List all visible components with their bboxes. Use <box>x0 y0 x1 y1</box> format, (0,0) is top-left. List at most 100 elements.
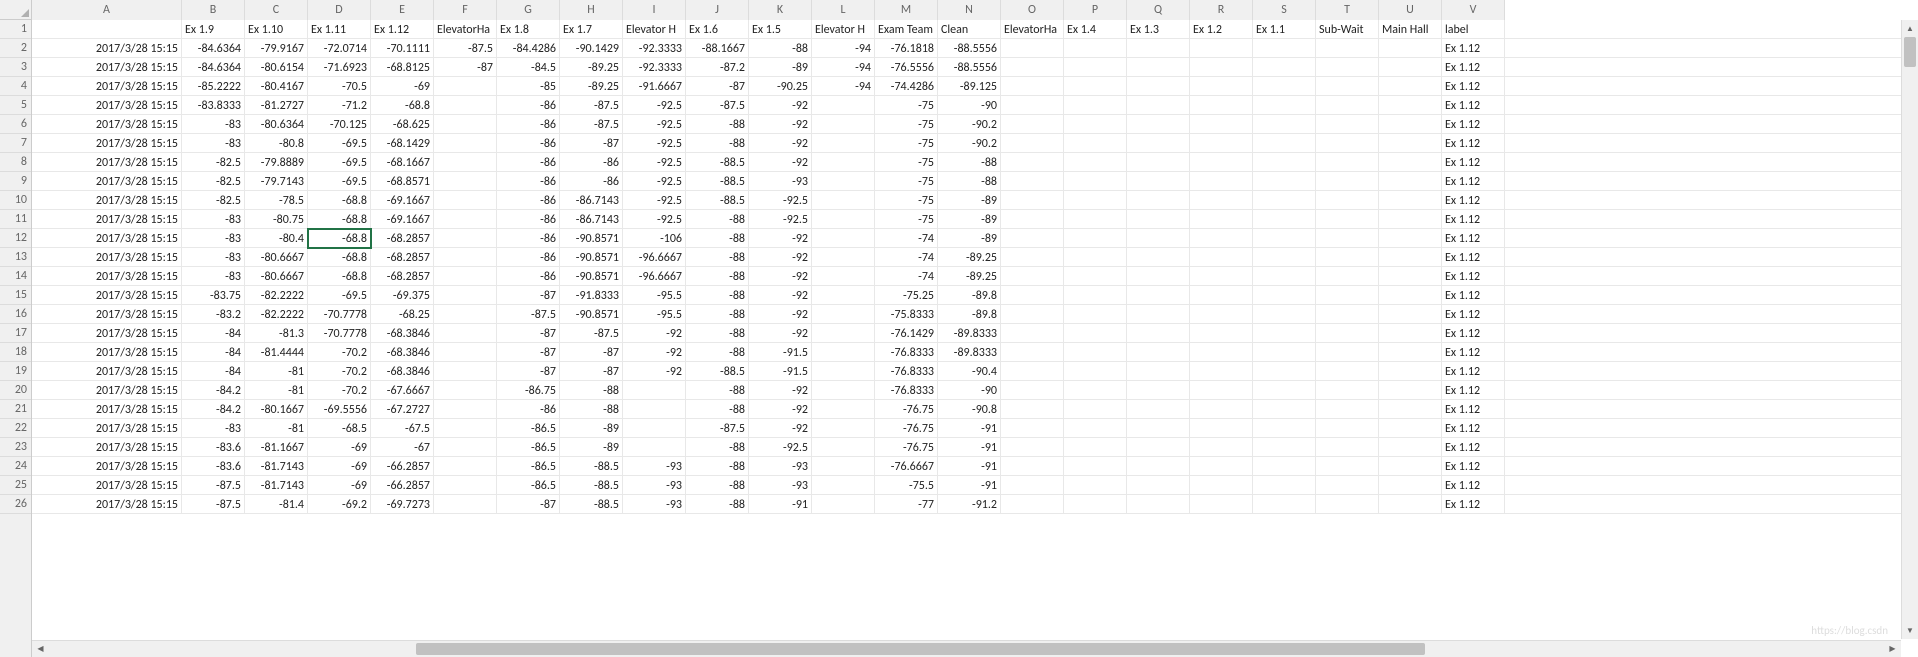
row-header-9[interactable]: 9 <box>0 172 31 191</box>
cell-J22[interactable]: -87.5 <box>686 419 749 438</box>
col-header-Q[interactable]: Q <box>1127 0 1190 20</box>
cell-R25[interactable] <box>1190 476 1253 495</box>
cell-M3[interactable]: -76.5556 <box>875 58 938 77</box>
cell-H6[interactable]: -87.5 <box>560 115 623 134</box>
cell-P2[interactable] <box>1064 39 1127 58</box>
cell-E1[interactable]: Ex 1.12 <box>371 20 434 39</box>
cell-D25[interactable]: -69 <box>308 476 371 495</box>
cell-Q9[interactable] <box>1127 172 1190 191</box>
cell-D7[interactable]: -69.5 <box>308 134 371 153</box>
cell-V21[interactable]: Ex 1.12 <box>1442 400 1505 419</box>
cell-C14[interactable]: -80.6667 <box>245 267 308 286</box>
cell-T1[interactable]: Sub-Wait <box>1316 20 1379 39</box>
cell-S12[interactable] <box>1253 229 1316 248</box>
row-header-1[interactable]: 1 <box>0 20 31 39</box>
cell-G2[interactable]: -84.4286 <box>497 39 560 58</box>
cell-O26[interactable] <box>1001 495 1064 514</box>
cell-H5[interactable]: -87.5 <box>560 96 623 115</box>
cell-F21[interactable] <box>434 400 497 419</box>
cell-C7[interactable]: -80.8 <box>245 134 308 153</box>
cell-J25[interactable]: -88 <box>686 476 749 495</box>
cell-L21[interactable] <box>812 400 875 419</box>
cell-L7[interactable] <box>812 134 875 153</box>
cell-H7[interactable]: -87 <box>560 134 623 153</box>
cell-C19[interactable]: -81 <box>245 362 308 381</box>
cell-K11[interactable]: -92.5 <box>749 210 812 229</box>
cell-A5[interactable]: 2017/3/28 15:15 <box>32 96 182 115</box>
row-header-6[interactable]: 6 <box>0 115 31 134</box>
cell-M20[interactable]: -76.8333 <box>875 381 938 400</box>
cell-I20[interactable] <box>623 381 686 400</box>
cell-B23[interactable]: -83.6 <box>182 438 245 457</box>
cell-O4[interactable] <box>1001 77 1064 96</box>
cell-E8[interactable]: -68.1667 <box>371 153 434 172</box>
cell-A2[interactable]: 2017/3/28 15:15 <box>32 39 182 58</box>
cell-I4[interactable]: -91.6667 <box>623 77 686 96</box>
cell-A9[interactable]: 2017/3/28 15:15 <box>32 172 182 191</box>
cell-E11[interactable]: -69.1667 <box>371 210 434 229</box>
cell-L9[interactable] <box>812 172 875 191</box>
cell-D8[interactable]: -69.5 <box>308 153 371 172</box>
cell-Q2[interactable] <box>1127 39 1190 58</box>
cell-M23[interactable]: -76.75 <box>875 438 938 457</box>
cell-E3[interactable]: -68.8125 <box>371 58 434 77</box>
cell-C16[interactable]: -82.2222 <box>245 305 308 324</box>
cell-F24[interactable] <box>434 457 497 476</box>
cell-E25[interactable]: -66.2857 <box>371 476 434 495</box>
cell-C17[interactable]: -81.3 <box>245 324 308 343</box>
cell-C22[interactable]: -81 <box>245 419 308 438</box>
cell-S17[interactable] <box>1253 324 1316 343</box>
cell-O22[interactable] <box>1001 419 1064 438</box>
cell-U14[interactable] <box>1379 267 1442 286</box>
cell-N22[interactable]: -91 <box>938 419 1001 438</box>
cell-L4[interactable]: -94 <box>812 77 875 96</box>
cell-V5[interactable]: Ex 1.12 <box>1442 96 1505 115</box>
cell-L22[interactable] <box>812 419 875 438</box>
cell-P3[interactable] <box>1064 58 1127 77</box>
cell-V1[interactable]: label <box>1442 20 1505 39</box>
cell-P23[interactable] <box>1064 438 1127 457</box>
cell-S4[interactable] <box>1253 77 1316 96</box>
cell-M17[interactable]: -76.1429 <box>875 324 938 343</box>
cell-Q8[interactable] <box>1127 153 1190 172</box>
cell-O11[interactable] <box>1001 210 1064 229</box>
cell-G25[interactable]: -86.5 <box>497 476 560 495</box>
cell-F6[interactable] <box>434 115 497 134</box>
cell-P7[interactable] <box>1064 134 1127 153</box>
cell-F7[interactable] <box>434 134 497 153</box>
cell-K19[interactable]: -91.5 <box>749 362 812 381</box>
cell-T6[interactable] <box>1316 115 1379 134</box>
cell-E24[interactable]: -66.2857 <box>371 457 434 476</box>
cell-Q14[interactable] <box>1127 267 1190 286</box>
cell-V11[interactable]: Ex 1.12 <box>1442 210 1505 229</box>
cell-C11[interactable]: -80.75 <box>245 210 308 229</box>
cell-N11[interactable]: -89 <box>938 210 1001 229</box>
cell-P22[interactable] <box>1064 419 1127 438</box>
cell-T22[interactable] <box>1316 419 1379 438</box>
cell-V19[interactable]: Ex 1.12 <box>1442 362 1505 381</box>
cell-A24[interactable]: 2017/3/28 15:15 <box>32 457 182 476</box>
cell-K12[interactable]: -92 <box>749 229 812 248</box>
cell-G14[interactable]: -86 <box>497 267 560 286</box>
cell-S7[interactable] <box>1253 134 1316 153</box>
cell-G24[interactable]: -86.5 <box>497 457 560 476</box>
cell-K5[interactable]: -92 <box>749 96 812 115</box>
cell-H1[interactable]: Ex 1.7 <box>560 20 623 39</box>
cell-V15[interactable]: Ex 1.12 <box>1442 286 1505 305</box>
cell-I17[interactable]: -92 <box>623 324 686 343</box>
col-header-K[interactable]: K <box>749 0 812 20</box>
cell-R15[interactable] <box>1190 286 1253 305</box>
cell-G13[interactable]: -86 <box>497 248 560 267</box>
cell-D18[interactable]: -70.2 <box>308 343 371 362</box>
cell-O7[interactable] <box>1001 134 1064 153</box>
cell-I14[interactable]: -96.6667 <box>623 267 686 286</box>
cell-F4[interactable] <box>434 77 497 96</box>
cell-K25[interactable]: -93 <box>749 476 812 495</box>
cell-C20[interactable]: -81 <box>245 381 308 400</box>
cell-L5[interactable] <box>812 96 875 115</box>
cell-L18[interactable] <box>812 343 875 362</box>
scroll-left-icon[interactable]: ◀ <box>32 641 49 657</box>
col-header-G[interactable]: G <box>497 0 560 20</box>
cell-N26[interactable]: -91.2 <box>938 495 1001 514</box>
cell-F3[interactable]: -87 <box>434 58 497 77</box>
